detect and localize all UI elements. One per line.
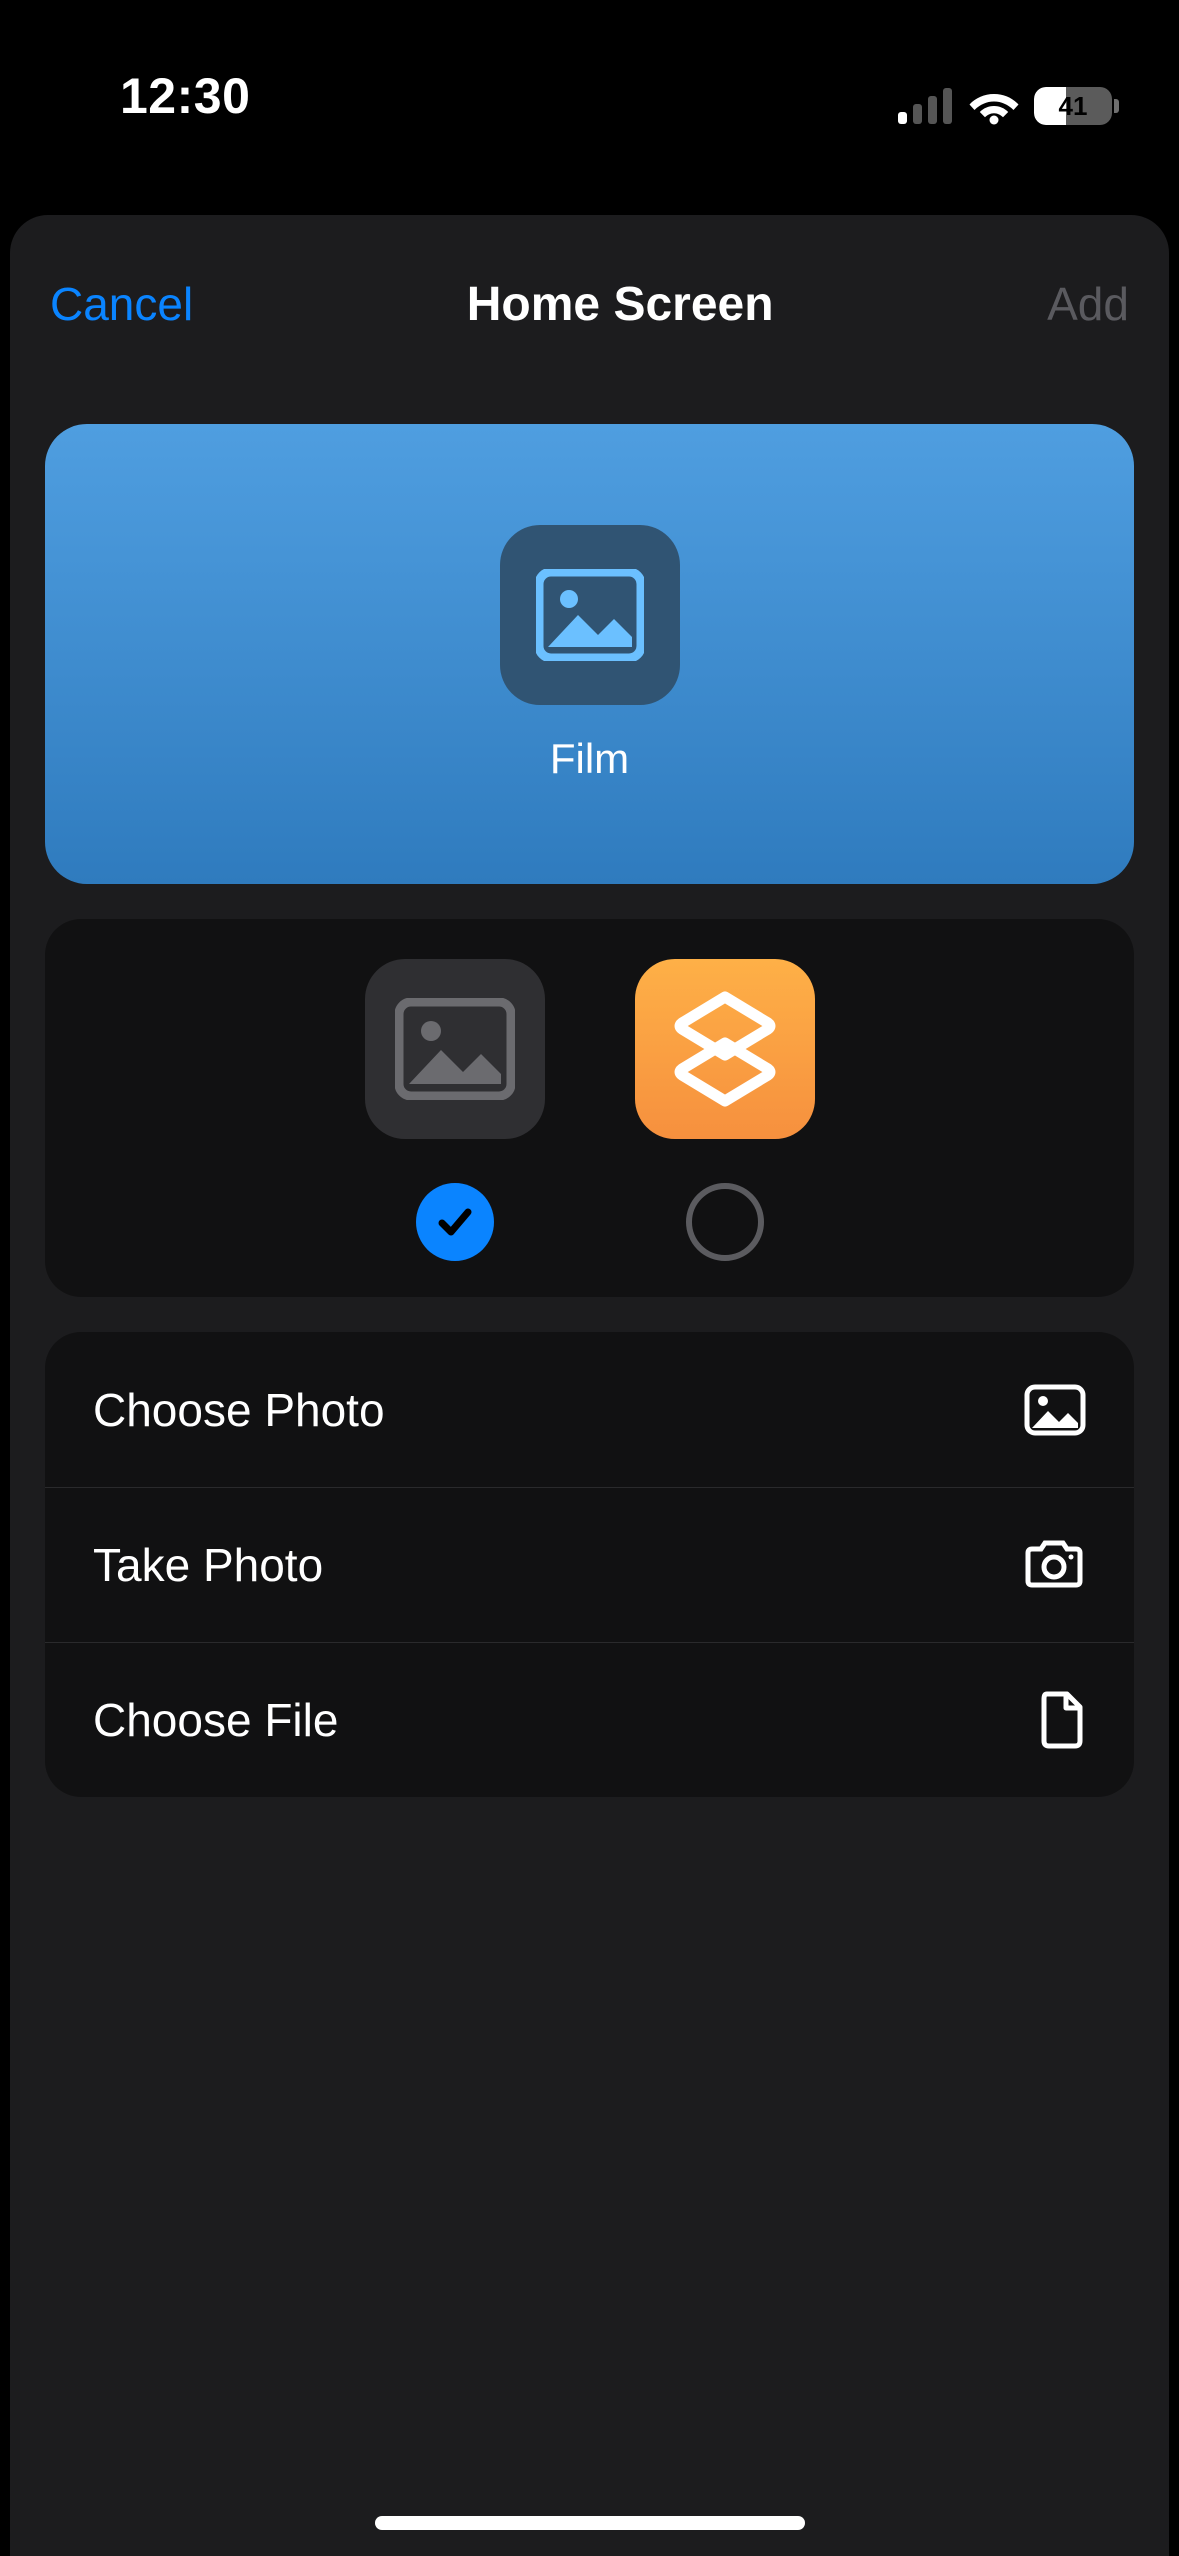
photo-icon (395, 998, 515, 1100)
icon-style-selector (45, 919, 1134, 1297)
home-indicator[interactable] (375, 2516, 805, 2530)
wifi-icon (968, 87, 1020, 125)
take-photo-label: Take Photo (93, 1538, 323, 1592)
status-time: 12:30 (60, 67, 250, 125)
take-photo-row[interactable]: Take Photo (45, 1487, 1134, 1642)
cancel-button[interactable]: Cancel (50, 277, 193, 331)
battery-level: 41 (1059, 91, 1088, 122)
photo-preview-icon (536, 569, 644, 661)
camera-icon (1022, 1539, 1086, 1591)
sheet-header: Cancel Home Screen Add (10, 229, 1169, 379)
status-bar: 12:30 41 (0, 0, 1179, 150)
add-button[interactable]: Add (1047, 277, 1129, 331)
status-right: 41 (898, 87, 1119, 125)
photo-icon (1024, 1384, 1086, 1436)
battery-icon: 41 (1034, 87, 1119, 125)
choose-file-label: Choose File (93, 1693, 338, 1747)
homescreen-preview-card: Film (45, 424, 1134, 884)
page-title: Home Screen (467, 277, 774, 332)
document-icon (1038, 1691, 1086, 1749)
checkmark-icon (433, 1200, 477, 1244)
radio-selected (416, 1183, 494, 1261)
choose-photo-label: Choose Photo (93, 1383, 385, 1437)
shortcut-icon (672, 991, 778, 1107)
radio-unselected (686, 1183, 764, 1261)
preview-app-icon (500, 525, 680, 705)
modal-sheet: Cancel Home Screen Add Film (10, 215, 1169, 2556)
cellular-icon (898, 88, 954, 124)
choose-photo-row[interactable]: Choose Photo (45, 1332, 1134, 1487)
icon-choice-shortcut[interactable] (635, 959, 815, 1261)
action-list: Choose Photo Take Photo Choose File (45, 1332, 1134, 1797)
shortcut-app-tile (635, 959, 815, 1139)
choose-file-row[interactable]: Choose File (45, 1642, 1134, 1797)
icon-choice-custom[interactable] (365, 959, 545, 1261)
preview-app-label[interactable]: Film (550, 735, 629, 783)
custom-photo-tile (365, 959, 545, 1139)
